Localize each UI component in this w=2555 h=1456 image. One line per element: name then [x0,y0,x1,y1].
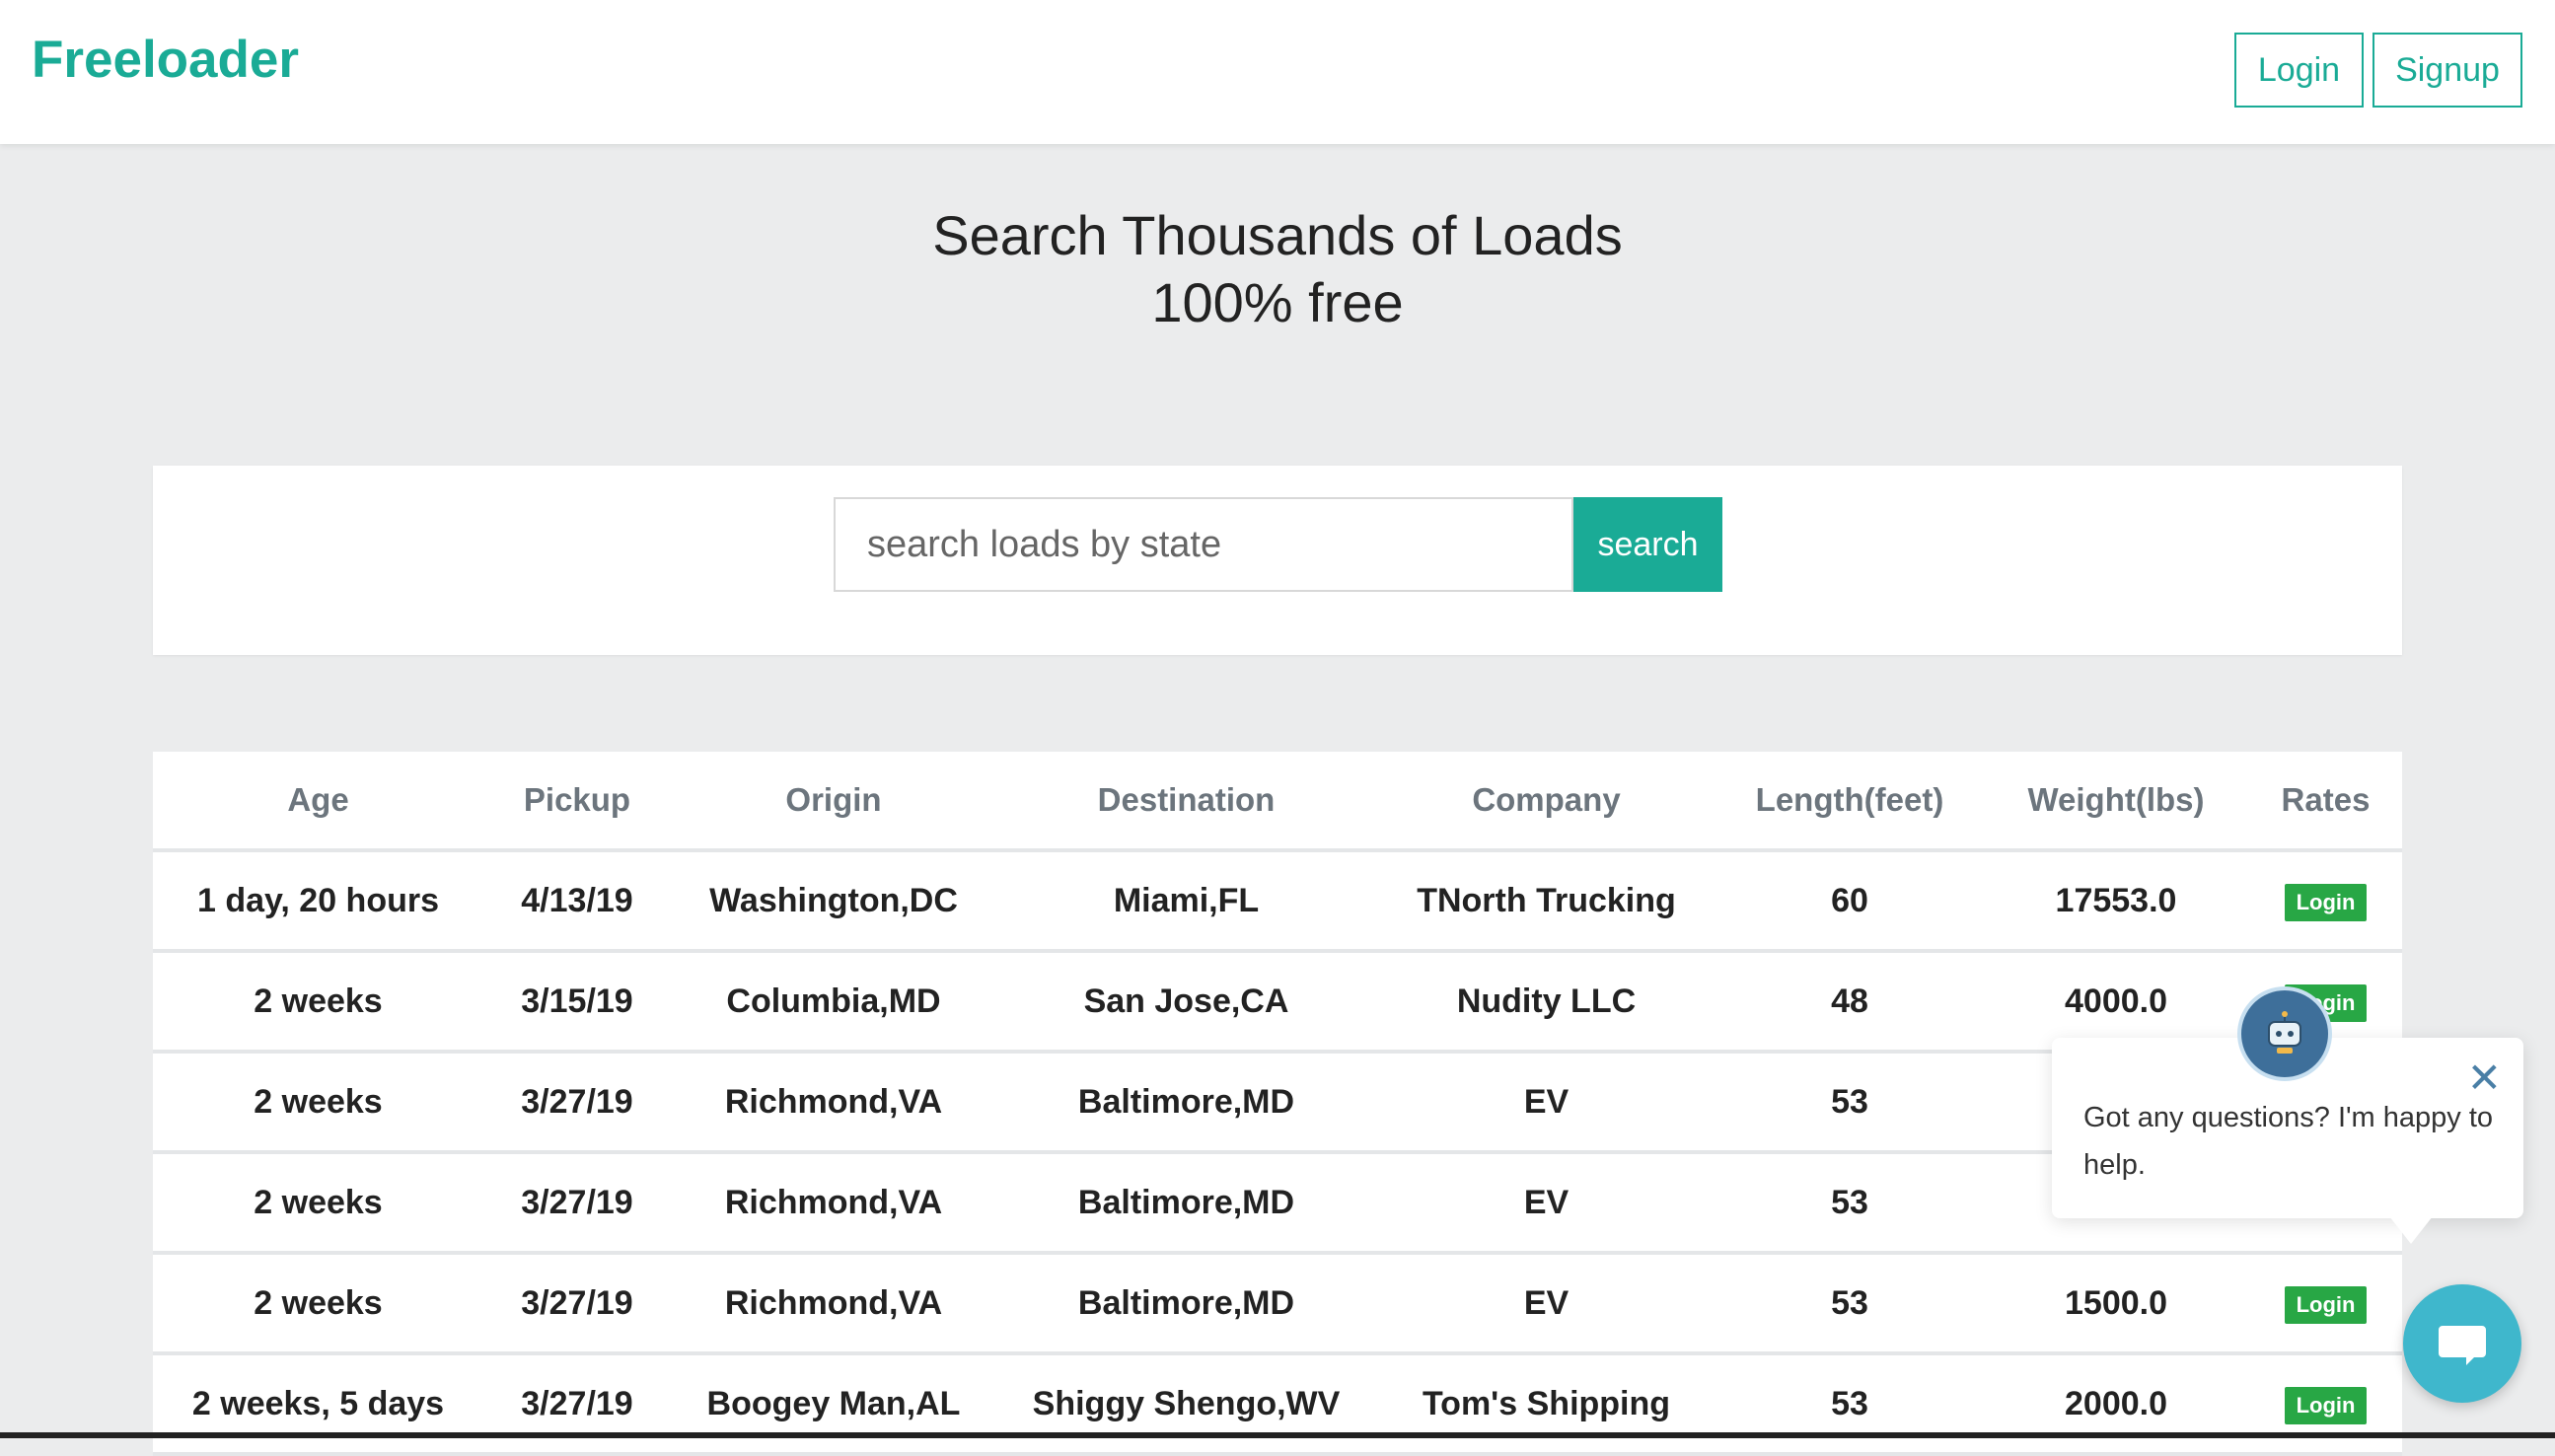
cell-length: 53 [1716,1152,1983,1255]
cell-weight: 1500.0 [1983,1253,2249,1355]
cell-age: 2 weeks, 5 days [153,1353,483,1456]
cell-pickup: 3/27/19 [483,1052,671,1154]
cell-company: TNorth Trucking [1376,850,1716,953]
table-row[interactable]: 2 weeks 3/27/19 Richmond,VA Baltimore,MD… [153,1253,2402,1355]
cell-age: 1 day, 20 hours [153,850,483,953]
brand-logo[interactable]: Freeloader [32,30,299,90]
cell-origin: Columbia,MD [671,951,996,1054]
cell-weight: 17553.0 [1983,850,2249,953]
column-header-destination[interactable]: Destination [996,752,1376,852]
column-header-length[interactable]: Length(feet) [1716,752,1983,852]
search-button[interactable]: search [1573,497,1722,592]
cell-length: 53 [1716,1353,1983,1456]
column-header-company[interactable]: Company [1376,752,1716,852]
column-header-pickup[interactable]: Pickup [483,752,671,852]
window-bottom-edge [0,1432,2555,1438]
cell-company: Nudity LLC [1376,951,1716,1054]
cell-destination: Shiggy Shengo,WV [996,1353,1376,1456]
cell-pickup: 3/27/19 [483,1253,671,1355]
hero-title: Search Thousands of Loads [932,204,1623,266]
table-row[interactable]: 1 day, 20 hours 4/13/19 Washington,DC Mi… [153,850,2402,953]
cell-pickup: 3/27/19 [483,1353,671,1456]
login-button[interactable]: Login [2234,33,2364,108]
cell-company: EV [1376,1152,1716,1255]
cell-company: EV [1376,1052,1716,1154]
cell-age: 2 weeks [153,1052,483,1154]
column-header-age[interactable]: Age [153,752,483,852]
hero-subtitle: 100% free [1151,271,1404,333]
cell-origin: Richmond,VA [671,1052,996,1154]
cell-rates: Login [2249,1253,2402,1355]
table-row[interactable]: 2 weeks 3/15/19 Columbia,MD San Jose,CA … [153,951,2402,1054]
cell-destination: Baltimore,MD [996,1152,1376,1255]
cell-origin: Boogey Man,AL [671,1353,996,1456]
cell-pickup: 4/13/19 [483,850,671,953]
signup-button[interactable]: Signup [2372,33,2522,108]
cell-destination: Baltimore,MD [996,1253,1376,1355]
table-row[interactable]: 2 weeks, 5 days 3/27/19 Boogey Man,AL Sh… [153,1353,2402,1456]
cell-origin: Washington,DC [671,850,996,953]
rate-login-button[interactable]: Login [2284,884,2368,921]
cell-rates: Login [2249,1353,2402,1456]
cell-length: 53 [1716,1052,1983,1154]
search-input[interactable] [834,497,1573,592]
table-header-row: Age Pickup Origin Destination Company Le… [153,752,2402,852]
chat-bubble-icon[interactable] [2403,1284,2521,1403]
cell-age: 2 weeks [153,1152,483,1255]
cell-pickup: 3/27/19 [483,1152,671,1255]
cell-length: 60 [1716,850,1983,953]
cell-weight: 2000.0 [1983,1353,2249,1456]
cell-company: Tom's Shipping [1376,1353,1716,1456]
column-header-origin[interactable]: Origin [671,752,996,852]
cell-age: 2 weeks [153,951,483,1054]
cell-rates: Login [2249,850,2402,953]
rate-login-button[interactable]: Login [2284,1387,2368,1424]
column-header-rates[interactable]: Rates [2249,752,2402,852]
hero-heading: Search Thousands of Loads 100% free [0,202,2555,336]
cell-weight: 4000.0 [1983,951,2249,1054]
cell-company: EV [1376,1253,1716,1355]
column-header-weight[interactable]: Weight(lbs) [1983,752,2249,852]
search-panel: search [153,466,2402,655]
cell-destination: Miami,FL [996,850,1376,953]
cell-length: 48 [1716,951,1983,1054]
cell-age: 2 weeks [153,1253,483,1355]
chat-message: Got any questions? I'm happy to help. [2083,1102,2494,1181]
robot-avatar-icon [2237,986,2332,1081]
cell-pickup: 3/15/19 [483,951,671,1054]
close-icon[interactable]: ✕ [2467,1057,2502,1099]
cell-destination: San Jose,CA [996,951,1376,1054]
rate-login-button[interactable]: Login [2284,1286,2368,1324]
cell-destination: Baltimore,MD [996,1052,1376,1154]
cell-origin: Richmond,VA [671,1253,996,1355]
cell-origin: Richmond,VA [671,1152,996,1255]
cell-length: 53 [1716,1253,1983,1355]
top-navbar: Freeloader Login Signup [0,0,2555,144]
